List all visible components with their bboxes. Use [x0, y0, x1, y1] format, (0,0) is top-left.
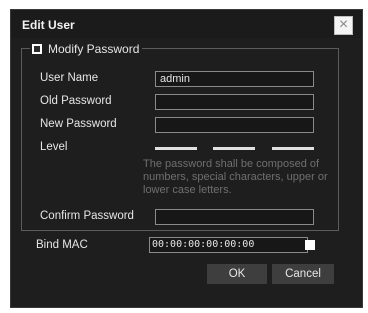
bind-mac-label: Bind MAC: [36, 239, 88, 251]
old-password-input[interactable]: [155, 94, 314, 110]
level-label: Level: [40, 141, 68, 153]
mac-address-input[interactable]: 00:00:00:00:00:00: [149, 237, 308, 253]
bind-mac-checkbox[interactable]: [305, 240, 315, 250]
cancel-button[interactable]: Cancel: [272, 264, 334, 284]
ok-button[interactable]: OK: [207, 264, 267, 284]
new-password-input[interactable]: [155, 117, 314, 133]
user-name-input[interactable]: admin: [155, 71, 314, 87]
dialog-titlebar: Edit User ×: [11, 10, 362, 38]
close-button[interactable]: ×: [334, 16, 353, 35]
user-name-label: User Name: [40, 72, 99, 84]
strength-bar-medium: [213, 147, 255, 150]
modify-password-checkbox[interactable]: [32, 44, 42, 54]
password-hint: The password shall be composed of number…: [143, 158, 328, 196]
strength-bar-weak: [155, 147, 197, 150]
modify-password-legend: Modify Password: [30, 41, 143, 57]
old-password-label: Old Password: [40, 95, 112, 107]
modify-password-label: Modify Password: [48, 42, 140, 56]
strength-bar-strong: [272, 147, 314, 150]
confirm-password-input[interactable]: [155, 209, 314, 225]
confirm-password-label: Confirm Password: [40, 210, 134, 222]
new-password-label: New Password: [40, 118, 117, 130]
close-icon: ×: [338, 16, 349, 33]
dialog-title: Edit User: [22, 18, 75, 32]
